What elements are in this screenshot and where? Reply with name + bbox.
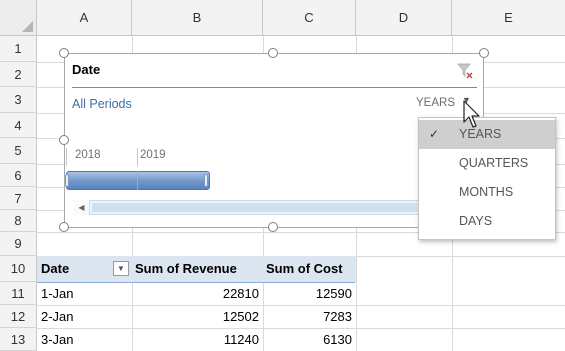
row-header-10[interactable]: 10 bbox=[0, 256, 37, 282]
timeline-year-label: 2018 bbox=[75, 149, 101, 161]
row-header-6[interactable]: 6 bbox=[0, 164, 37, 187]
slicer-title: Date bbox=[72, 62, 101, 77]
timeline-scroll-thumb[interactable] bbox=[92, 203, 417, 212]
row-header-5[interactable]: 5 bbox=[0, 138, 37, 164]
selected-period-label: All Periods bbox=[72, 97, 132, 111]
pivot-row-revenue[interactable]: 11240 bbox=[132, 328, 259, 351]
pivot-row-date[interactable]: 1-Jan bbox=[41, 282, 129, 305]
pivot-header-revenue: Sum of Revenue bbox=[132, 256, 263, 282]
menu-item-quarters[interactable]: QUARTERS bbox=[419, 149, 555, 178]
pivot-row-cost[interactable]: 7283 bbox=[263, 305, 352, 328]
timeline-selection-bar[interactable] bbox=[66, 171, 210, 190]
menu-item-days[interactable]: DAYS bbox=[419, 207, 555, 236]
column-header-a[interactable]: A bbox=[37, 0, 132, 36]
column-header-c[interactable]: C bbox=[263, 0, 356, 36]
row-header-8[interactable]: 8 bbox=[0, 210, 37, 232]
pivot-row-cost[interactable]: 12590 bbox=[263, 282, 352, 305]
menu-item-label: MONTHS bbox=[459, 185, 514, 199]
pivot-header-cost: Sum of Cost bbox=[263, 256, 356, 282]
pivot-row-revenue[interactable]: 22810 bbox=[132, 282, 259, 305]
menu-item-years[interactable]: ✓ YEARS bbox=[419, 120, 555, 149]
resize-handle-top-right[interactable] bbox=[479, 48, 489, 58]
row-header-12[interactable]: 12 bbox=[0, 305, 37, 328]
filter-clear-icon[interactable] bbox=[455, 61, 475, 81]
resize-handle-top-left[interactable] bbox=[59, 48, 69, 58]
row-header-9[interactable]: 9 bbox=[0, 232, 37, 256]
slicer-header-rule bbox=[72, 87, 477, 88]
row-header-7[interactable]: 7 bbox=[0, 187, 37, 210]
checkmark-icon: ✓ bbox=[429, 127, 440, 141]
time-level-label[interactable]: YEARS bbox=[416, 97, 455, 109]
row-header-2[interactable]: 2 bbox=[0, 62, 37, 87]
timeline-bar-divider bbox=[137, 171, 138, 190]
pivot-row-date[interactable]: 3-Jan bbox=[41, 328, 129, 351]
timeline-left-handle[interactable] bbox=[65, 174, 69, 187]
timeline-tick bbox=[66, 148, 67, 166]
menu-item-months[interactable]: MONTHS bbox=[419, 178, 555, 207]
timeline-right-handle[interactable] bbox=[204, 174, 208, 187]
row-header-3[interactable]: 3 bbox=[0, 87, 37, 113]
row-header-13[interactable]: 13 bbox=[0, 328, 37, 351]
resize-handle-bottom-middle[interactable] bbox=[268, 222, 278, 232]
pivot-row-date[interactable]: 2-Jan bbox=[41, 305, 129, 328]
scroll-left-icon[interactable]: ◀ bbox=[74, 200, 90, 215]
row-header-11[interactable]: 11 bbox=[0, 282, 37, 305]
timeline-year-label: 2019 bbox=[140, 149, 166, 161]
pivot-row-cost[interactable]: 6130 bbox=[263, 328, 352, 351]
pivot-header-date-label: Date bbox=[41, 261, 70, 276]
select-all-corner[interactable] bbox=[0, 0, 37, 36]
resize-handle-middle-left[interactable] bbox=[59, 135, 69, 145]
resize-handle-bottom-left[interactable] bbox=[59, 222, 69, 232]
row-header-1[interactable]: 1 bbox=[0, 36, 37, 62]
resize-handle-top-middle[interactable] bbox=[268, 48, 278, 58]
menu-item-label: QUARTERS bbox=[459, 156, 529, 170]
menu-item-label: DAYS bbox=[459, 214, 493, 228]
column-header-d[interactable]: D bbox=[356, 0, 452, 36]
mouse-pointer-icon bbox=[462, 100, 484, 130]
row-header-4[interactable]: 4 bbox=[0, 113, 37, 138]
column-header-e[interactable]: E bbox=[452, 0, 565, 36]
column-header-b[interactable]: B bbox=[132, 0, 263, 36]
pivot-row-revenue[interactable]: 12502 bbox=[132, 305, 259, 328]
date-filter-dropdown-button[interactable]: ▼ bbox=[113, 261, 129, 276]
timeline-tick bbox=[137, 148, 138, 166]
